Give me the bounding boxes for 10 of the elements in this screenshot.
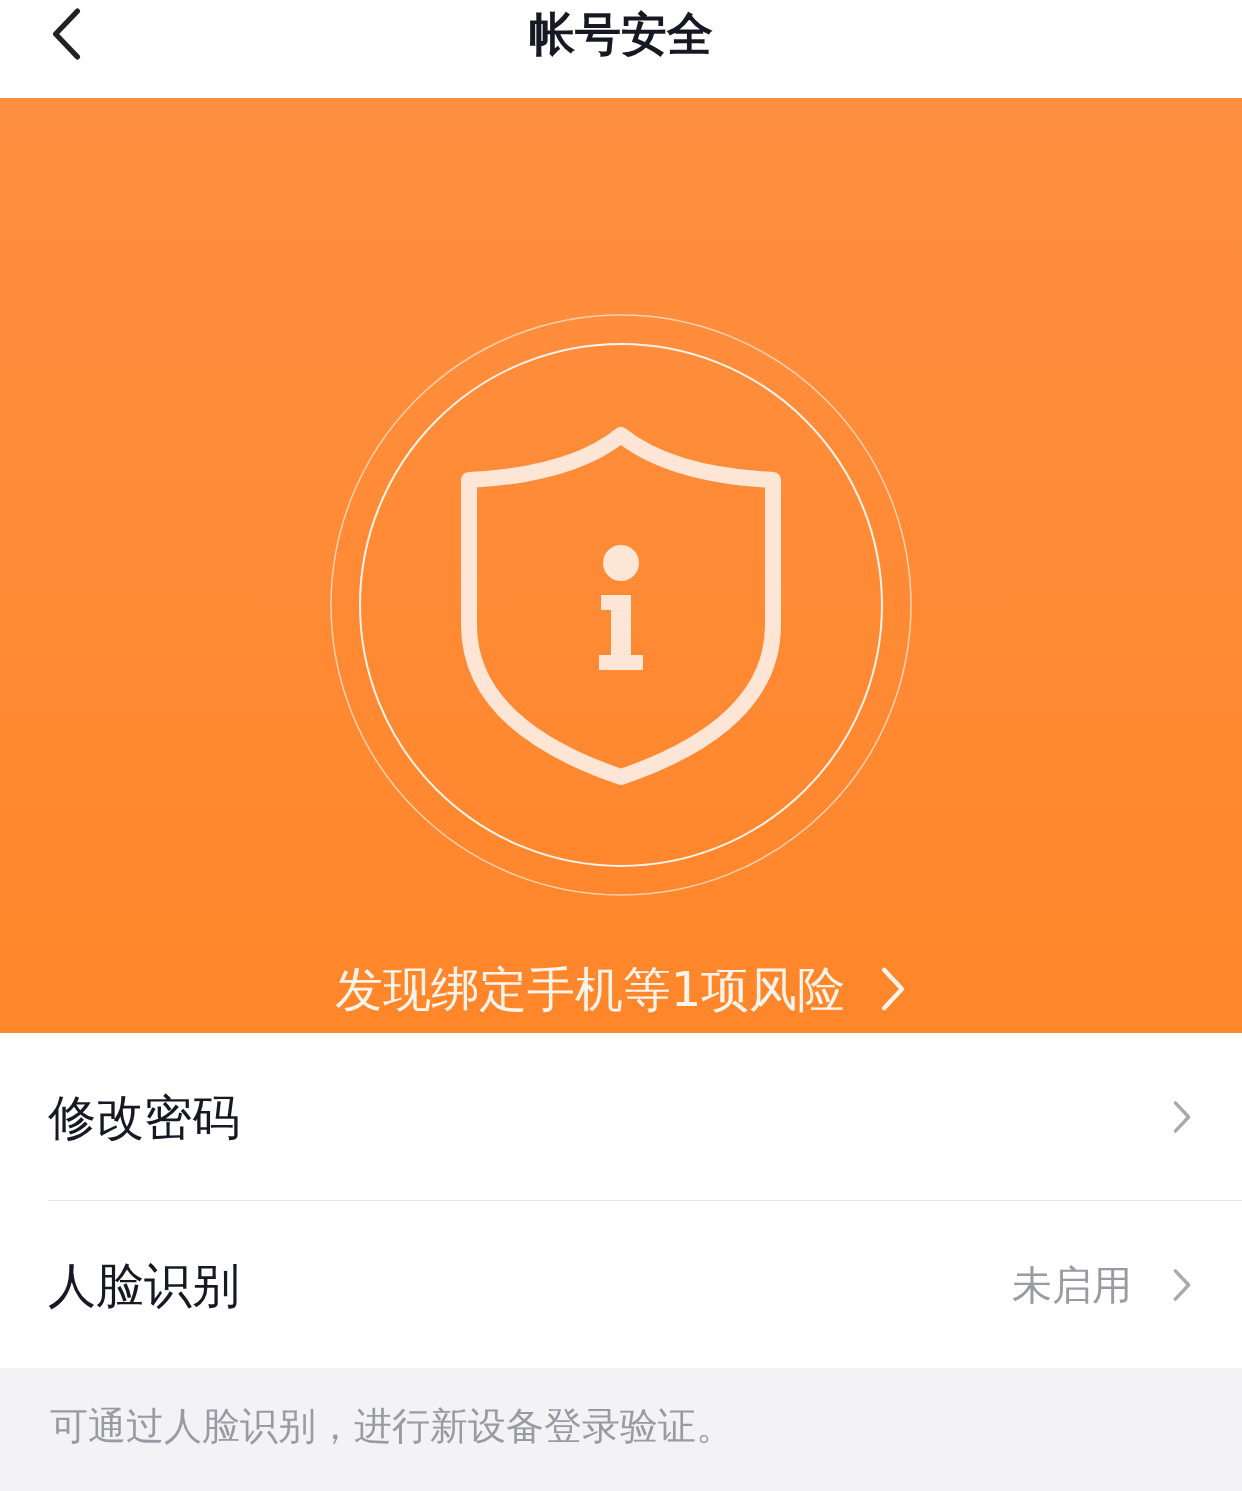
row-label: 人脸识别	[48, 1255, 240, 1315]
row-status: 未启用	[1012, 1260, 1132, 1310]
settings-row[interactable]: 修改密码	[0, 1033, 1242, 1200]
back-icon	[51, 8, 81, 60]
row-label: 修改密码	[48, 1087, 240, 1147]
chevron-right-icon	[1172, 1099, 1192, 1134]
chevron-right-icon	[1172, 1267, 1192, 1302]
footer-note: 可通过人脸识别，进行新设备登录验证。	[50, 1404, 734, 1448]
page-title: 帐号安全	[529, 5, 713, 63]
settings-row[interactable]: 人脸识别 未启用	[0, 1201, 1242, 1368]
